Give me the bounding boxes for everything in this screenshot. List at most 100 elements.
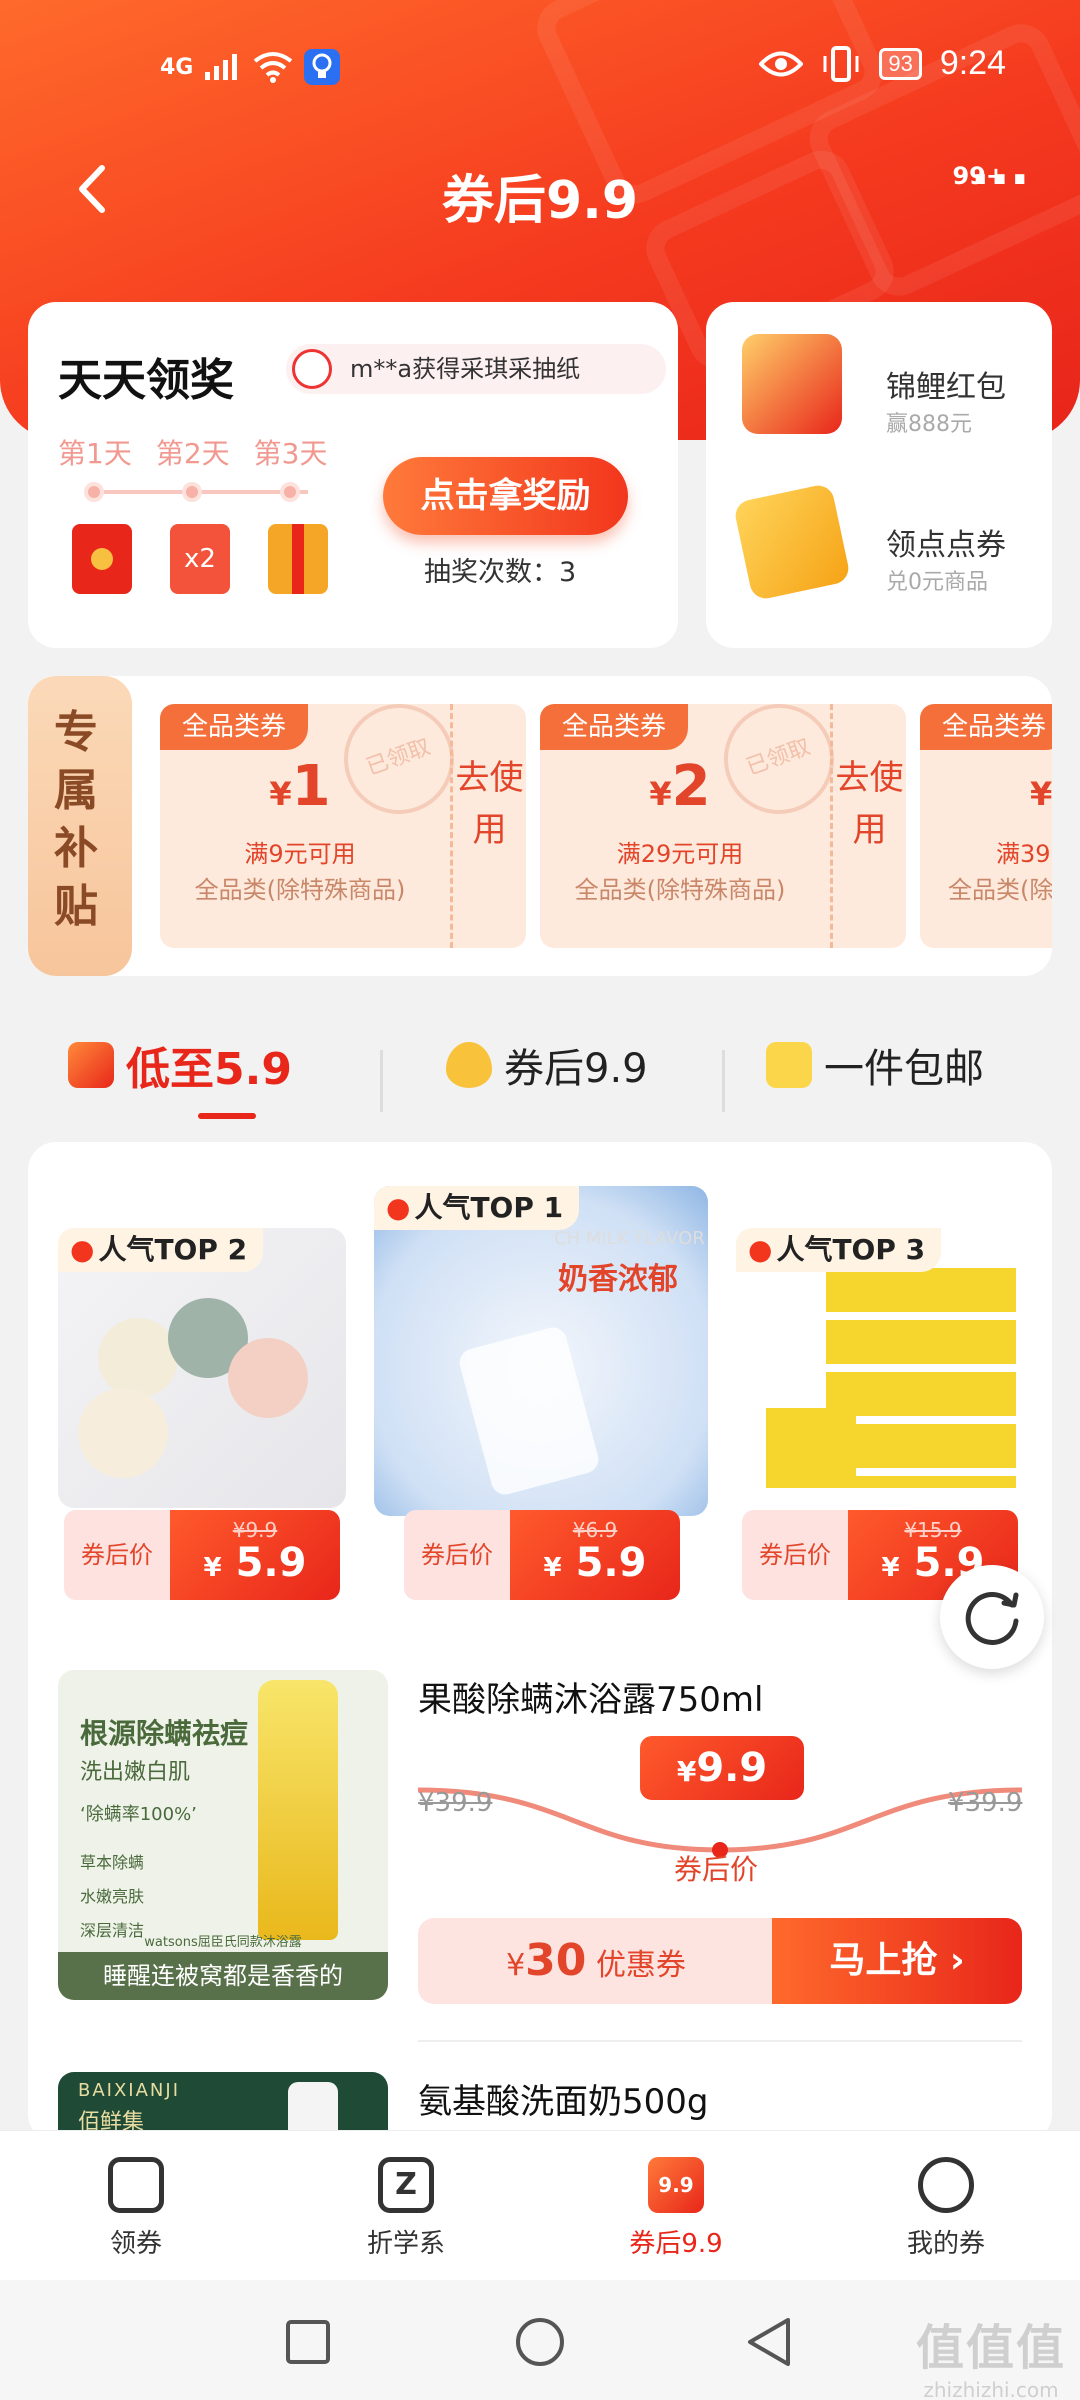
image-flavor-en: CH MILK FLAVOR [554, 1228, 705, 1249]
price-label: 券后价 [742, 1510, 848, 1600]
popularity-badge: ● 人气TOP 2 [58, 1228, 264, 1272]
top-product-card[interactable]: ● 人气TOP 3 券后价 ¥15.9 ¥ 5.9 [736, 1228, 1026, 1600]
tab-label: 低至5.9 [126, 1044, 292, 1095]
use-coupon-button[interactable]: 去使用 [450, 704, 526, 948]
active-tab-indicator [198, 1113, 256, 1119]
winner-avatar [292, 349, 332, 389]
draw-count: 抽奖次数：3 [424, 557, 577, 588]
refresh-icon [965, 1591, 1019, 1645]
nine-nine-icon: 9.9 [648, 2157, 704, 2213]
nav-label: 券后9.9 [629, 2229, 723, 2259]
currency-symbol: ¥ [649, 775, 672, 813]
tab-divider [380, 1050, 383, 1112]
product-feed: ● 人气TOP 2 券后价 ¥9.9 ¥ 5.9 CH MILK FLAVOR 奶… [28, 1142, 1052, 2142]
currency-symbol: ¥ [1030, 775, 1052, 813]
koi-fish-icon [742, 334, 842, 434]
tab-divider [722, 1050, 725, 1112]
battery-indicator: 93 [879, 47, 922, 80]
winner-ticker: m**a获得采琪采抽纸 [286, 344, 666, 394]
tab-label: 券后9.9 [504, 1046, 648, 1092]
daily-reward-card: 天天领奖 m**a获得采琪采抽纸 第1天 第2天 第3天 x2 点击拿奖励 抽奖… [28, 302, 678, 648]
koi-red-packet-entry[interactable]: 锦鲤红包 赢888元 [706, 312, 1052, 462]
tab-low-price[interactable]: 低至5.9 [68, 1030, 292, 1100]
coupon-icon [108, 2157, 164, 2213]
current-price-value: 5.9 [235, 1540, 307, 1586]
day-label: 第1天 [58, 437, 132, 470]
star-flag-icon [766, 1042, 812, 1088]
price-box: ¥9.9 ¥ 5.9 [170, 1510, 340, 1600]
image-caption: 睡醒连被窝都是香香的 [58, 1952, 388, 2000]
back-system-button[interactable] [744, 2316, 796, 2368]
currency-symbol: ¥ [506, 1948, 526, 1983]
badge-text: 人气TOP 2 [98, 1233, 248, 1266]
subsidy-label-text: 专属补贴 [54, 707, 98, 932]
more-badge: 99+ [952, 162, 1006, 190]
points-coupon-entry[interactable]: 领点点券 兑0元商品 [706, 470, 1052, 620]
coupon-card[interactable]: 已领取 全品类券 ¥1 满9元可用 全品类(除特殊商品) 去使用 [160, 704, 526, 948]
nav-item-my-coupons[interactable]: 我的券 [866, 2157, 1026, 2260]
recents-button[interactable] [284, 2318, 332, 2366]
use-coupon-button[interactable]: 去使用 [830, 704, 906, 948]
coupon-amount: 30 [525, 1935, 587, 1986]
nav-item-after-coupon[interactable]: 9.9 券后9.9 [596, 2157, 756, 2260]
side-item-subtitle: 兑0元商品 [886, 570, 988, 595]
double-card-icon: x2 [170, 524, 230, 594]
candy-pack-image [456, 1324, 602, 1498]
coupon-card[interactable]: 全品类券 ¥ 满39 全品类(除 [920, 704, 1052, 948]
price-tag: 券后价 ¥6.9 ¥ 5.9 [404, 1510, 680, 1600]
image-point: 草本除螨 [80, 1853, 145, 1872]
coupon-amount: ¥2 [540, 754, 820, 819]
claim-reward-button[interactable]: 点击拿奖励 [383, 457, 628, 535]
top-product-card[interactable]: CH MILK FLAVOR 奶香浓郁 ● 人气TOP 1 券后价 ¥6.9 ¥ … [374, 1186, 710, 1600]
flame-icon [446, 1042, 492, 1088]
yuan-ticket-icon [732, 482, 852, 602]
smile-icon [918, 2157, 974, 2213]
status-bar: 4G 93 9:24 [0, 40, 1080, 100]
bottle-image [258, 1680, 338, 1940]
original-price: ¥6.9 [572, 1518, 618, 1542]
currency-symbol: ¥ [269, 775, 292, 813]
more-button[interactable]: ··· 99+ [952, 154, 1040, 220]
tab-after-coupon[interactable]: 券后9.9 [446, 1030, 648, 1100]
coupon-amount-value: 1 [291, 754, 331, 819]
nav-item-coupons[interactable]: 领券 [56, 2157, 216, 2260]
buy-now-button[interactable]: 马上抢 › [772, 1918, 1022, 2004]
after-coupon-price-value: 9.9 [696, 1745, 768, 1791]
red-envelope-icon [72, 524, 132, 594]
image-flavor-text: 奶香浓郁 [558, 1262, 678, 1297]
nav-label: 折学系 [366, 2229, 445, 2259]
coupon-amount: ¥1 [160, 754, 440, 819]
z-icon: Z [378, 2157, 434, 2213]
currency-symbol: ¥ [203, 1553, 222, 1583]
clock: 9:24 [939, 44, 1006, 82]
coupon-value: ¥30 优惠券 [418, 1918, 774, 2004]
refresh-button[interactable] [940, 1565, 1044, 1669]
signal-icon [205, 54, 238, 80]
home-button[interactable] [514, 2316, 566, 2368]
original-price: ¥15.9 [904, 1518, 962, 1542]
price-label: 券后价 [404, 1510, 510, 1600]
exclusive-subsidy-section: 专属补贴 已领取 全品类券 ¥1 满9元可用 全品类(除特殊商品) 去使用 已领… [28, 676, 1052, 976]
original-price: ¥9.9 [232, 1518, 278, 1542]
currency-symbol: ¥ [676, 1755, 697, 1788]
tab-free-shipping[interactable]: 一件包邮 [766, 1030, 984, 1100]
nav-bar: 券后9.9 ··· 99+ [0, 140, 1080, 240]
current-price: ¥ 5.9 [170, 1540, 340, 1586]
product-row[interactable]: 根源除螨祛痘 洗出嫩白肌 ‘除螨率100%’ 草本除螨 水嫩亮肤 深层清洁 wa… [28, 1670, 1052, 2010]
day-label: 第2天 [155, 437, 230, 470]
price-label: 券后价 [64, 1510, 170, 1600]
coupon-condition: 满29元可用 [616, 840, 744, 868]
coupon-card[interactable]: 已领取 全品类券 ¥2 满29元可用 全品类(除特殊商品) 去使用 [540, 704, 906, 948]
nav-item-discount-school[interactable]: Z 折学系 [326, 2157, 486, 2260]
eye-icon [759, 51, 804, 76]
watermark-logo: 值值值 [915, 2320, 1066, 2376]
coupon-amount: ¥ [920, 754, 1052, 819]
progress-dot [280, 482, 300, 502]
current-price-value: 5.9 [575, 1540, 647, 1586]
top-product-card[interactable]: ● 人气TOP 2 券后价 ¥9.9 ¥ 5.9 [58, 1228, 348, 1600]
bath-pouf-image [228, 1338, 308, 1418]
product-name: 氨基酸洗面奶500g [418, 2082, 709, 2122]
coupon-condition: 满39 [996, 840, 1051, 868]
badge-text: 人气TOP 1 [414, 1191, 564, 1224]
side-promo-card: 锦鲤红包 赢888元 领点点券 兑0元商品 [706, 302, 1052, 648]
